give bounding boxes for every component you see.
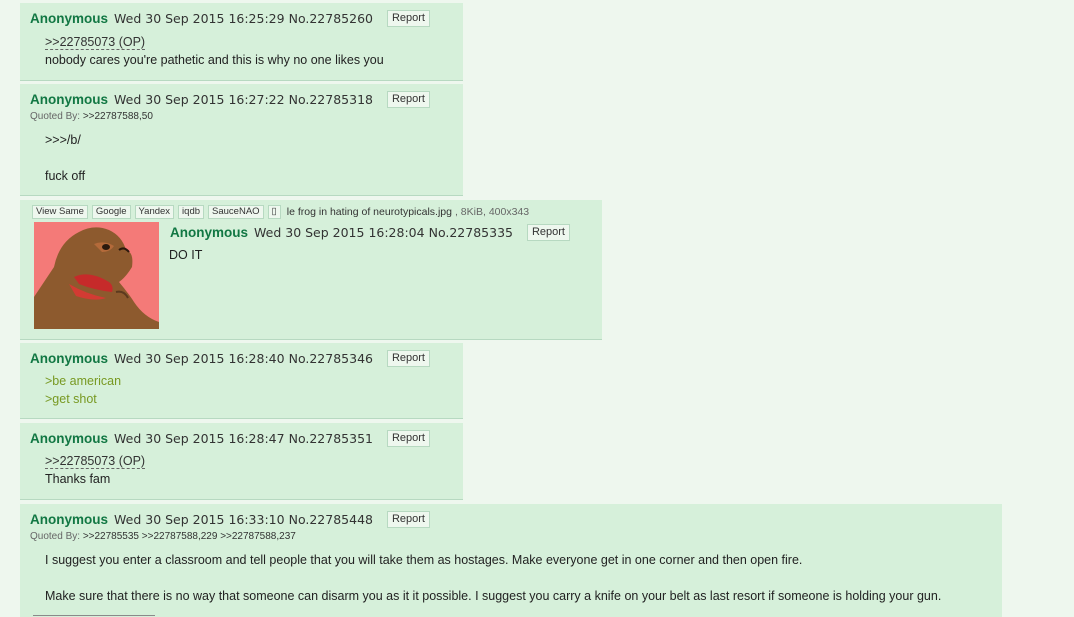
- post-text: fuck off: [45, 169, 86, 183]
- poster-name: Anonymous: [170, 225, 249, 240]
- report-button[interactable]: Report: [386, 10, 430, 27]
- post-message: >>22785073 (OP) Thanks fam: [45, 452, 146, 488]
- download-icon[interactable]: ▯: [267, 205, 281, 219]
- board-link[interactable]: >>>/b/: [45, 131, 85, 149]
- post-number[interactable]: No.22785448: [289, 512, 373, 527]
- post-header: Anonymous Wed 30 Sep 2015 16:28:04 No.22…: [170, 224, 570, 241]
- post-message: >be american >get shot: [45, 372, 121, 408]
- greentext-line: >get shot: [45, 392, 97, 406]
- quoted-by-label: Quoted By:: [30, 111, 81, 122]
- post-datetime: Wed 30 Sep 2015 16:27:22: [114, 92, 285, 107]
- post-header: Anonymous Wed 30 Sep 2015 16:28:40 No.22…: [30, 350, 430, 367]
- poster-name: Anonymous: [30, 92, 109, 107]
- google-search-button[interactable]: Google: [91, 205, 131, 219]
- backlink[interactable]: >>22787588,50: [83, 111, 153, 122]
- post-number[interactable]: No.22785351: [289, 431, 373, 446]
- yandex-search-button[interactable]: Yandex: [134, 205, 175, 219]
- post-header: Anonymous Wed 30 Sep 2015 16:27:22 No.22…: [30, 91, 430, 108]
- quoted-by-label: Quoted By:: [30, 531, 81, 542]
- post-text: Thanks fam: [45, 472, 111, 486]
- backlink[interactable]: >>22787588,229: [142, 531, 218, 542]
- post-datetime: Wed 30 Sep 2015 16:25:29: [114, 11, 285, 26]
- reply-post: Anonymous Wed 30 Sep 2015 16:33:10 No.22…: [20, 504, 1002, 617]
- post-message: >>22785073 (OP) nobody cares you're path…: [45, 33, 384, 69]
- post-header: Anonymous Wed 30 Sep 2015 16:33:10 No.22…: [30, 511, 430, 528]
- post-message: DO IT: [169, 246, 202, 264]
- greentext-line: >be american: [45, 374, 122, 388]
- post-datetime: Wed 30 Sep 2015 16:33:10: [114, 512, 285, 527]
- divider: [33, 615, 155, 616]
- reply-post: Anonymous Wed 30 Sep 2015 16:28:47 No.22…: [20, 423, 463, 500]
- poster-name: Anonymous: [30, 512, 109, 527]
- file-meta: , 8KiB, 400x343: [454, 206, 530, 218]
- report-button[interactable]: Report: [386, 511, 430, 528]
- file-name-link[interactable]: le frog in hating of neurotypicals.jpg: [287, 206, 452, 218]
- post-text: I suggest you enter a classroom and tell…: [45, 553, 803, 567]
- quoted-by: Quoted By: >>22785535 >>22787588,229 >>2…: [30, 531, 296, 542]
- post-header: Anonymous Wed 30 Sep 2015 16:25:29 No.22…: [30, 10, 430, 27]
- report-button[interactable]: Report: [386, 91, 430, 108]
- file-info-bar: View Same Google Yandex iqdb SauceNAO ▯ …: [32, 205, 529, 219]
- reply-post: Anonymous Wed 30 Sep 2015 16:27:22 No.22…: [20, 84, 463, 196]
- post-datetime: Wed 30 Sep 2015 16:28:47: [114, 431, 285, 446]
- post-text: nobody cares you're pathetic and this is…: [45, 53, 384, 67]
- quote-link[interactable]: >>22785073 (OP): [45, 35, 146, 50]
- reply-post-with-image: View Same Google Yandex iqdb SauceNAO ▯ …: [20, 200, 602, 340]
- iqdb-search-button[interactable]: iqdb: [178, 205, 205, 219]
- reply-post: Anonymous Wed 30 Sep 2015 16:28:40 No.22…: [20, 343, 463, 419]
- post-message: I suggest you enter a classroom and tell…: [45, 551, 941, 605]
- post-datetime: Wed 30 Sep 2015 16:28:04: [254, 225, 425, 240]
- post-message: >>>/b/ fuck off: [45, 131, 85, 185]
- poster-name: Anonymous: [30, 11, 109, 26]
- post-number[interactable]: No.22785318: [289, 92, 373, 107]
- poster-name: Anonymous: [30, 351, 109, 366]
- post-text: DO IT: [169, 248, 203, 262]
- quoted-by: Quoted By: >>22787588,50: [30, 111, 153, 122]
- report-button[interactable]: Report: [526, 224, 570, 241]
- post-datetime: Wed 30 Sep 2015 16:28:40: [114, 351, 285, 366]
- post-number[interactable]: No.22785260: [289, 11, 373, 26]
- report-button[interactable]: Report: [386, 350, 430, 367]
- post-image-thumbnail[interactable]: [34, 222, 159, 329]
- backlink[interactable]: >>22787588,237: [220, 531, 296, 542]
- report-button[interactable]: Report: [386, 430, 430, 447]
- post-number[interactable]: No.22785335: [429, 225, 513, 240]
- post-text: Make sure that there is no way that some…: [45, 589, 942, 603]
- post-header: Anonymous Wed 30 Sep 2015 16:28:47 No.22…: [30, 430, 430, 447]
- backlink[interactable]: >>22785535: [83, 531, 139, 542]
- saucenao-search-button[interactable]: SauceNAO: [208, 205, 264, 219]
- reply-post: Anonymous Wed 30 Sep 2015 16:25:29 No.22…: [20, 3, 463, 81]
- quote-link[interactable]: >>22785073 (OP): [45, 454, 146, 469]
- frog-image: [34, 222, 159, 329]
- view-same-button[interactable]: View Same: [32, 205, 88, 219]
- post-number[interactable]: No.22785346: [289, 351, 373, 366]
- poster-name: Anonymous: [30, 431, 109, 446]
